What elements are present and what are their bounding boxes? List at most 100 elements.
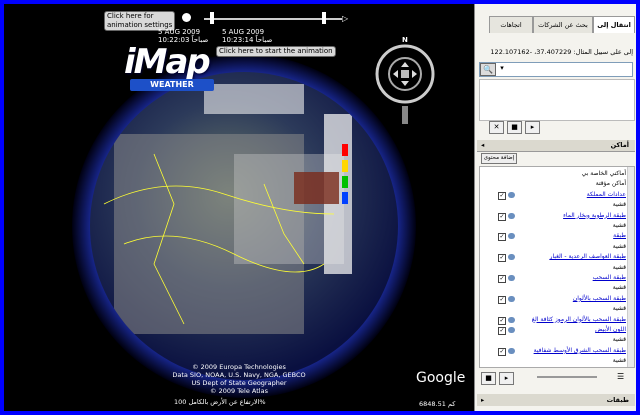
tree-row[interactable]: قشية xyxy=(480,200,628,210)
tree-row-label: قشية xyxy=(612,222,626,229)
tour-controls: ■ ▸ ☰ xyxy=(477,370,635,385)
tree-row-label[interactable]: طبقة العواصف الرعدية - الغبار xyxy=(550,252,626,262)
chevron-down-icon[interactable]: ▾ xyxy=(497,63,507,74)
layer-checkbox[interactable]: ✓ xyxy=(498,295,506,304)
tree-row-label: قشية xyxy=(612,242,626,250)
weather-logo: WEATHER xyxy=(130,79,214,91)
search-results[interactable] xyxy=(479,79,635,121)
tree-row[interactable]: ✓ طبقة السحب بالألوان الرموز كثافة الغ xyxy=(480,315,628,325)
legend-top xyxy=(204,84,304,114)
credit-line-4: © 2009 Tele Atlas xyxy=(210,387,268,395)
tab-fly-to[interactable]: انتقال إلى xyxy=(593,16,635,33)
tree-row[interactable]: أماكني الخاصة بي xyxy=(480,169,628,179)
play-tour-bottom-button[interactable]: ▸ xyxy=(499,372,514,385)
search-hint: إلى على سبيل المثال: 37.407229، -122.107… xyxy=(490,48,633,56)
tree-row-label: قشية xyxy=(612,336,626,344)
stop-button[interactable]: ■ xyxy=(507,121,522,134)
tree-row-label[interactable]: عدادات المملكة xyxy=(587,190,626,200)
storm-area xyxy=(294,172,339,204)
tree-row[interactable]: ✓ طبقة الرطوبة وبخار الماء xyxy=(480,211,628,221)
tree-row-label[interactable]: طبقة الرطوبة وبخار الماء xyxy=(563,211,626,221)
stop-tour-button[interactable]: ■ xyxy=(481,372,496,385)
play-icon[interactable]: ▷ xyxy=(342,14,348,23)
places-header[interactable]: ◂ أماكن xyxy=(477,140,635,152)
navigation-controls[interactable] xyxy=(370,36,440,126)
layer-icon xyxy=(508,212,515,219)
move-up-icon xyxy=(401,62,409,67)
layer-checkbox[interactable]: ✓ xyxy=(498,212,506,221)
layer-icon xyxy=(508,191,515,198)
imap-logo: iMap xyxy=(124,42,211,82)
timeline-start-date: 5 AUG 2009 xyxy=(158,28,201,36)
move-center-icon xyxy=(401,70,409,78)
tree-row-label: قشية xyxy=(612,201,626,209)
tree-row[interactable]: قشية xyxy=(480,356,628,366)
tree-row[interactable]: أماكن مؤقتة xyxy=(480,179,628,189)
close-search-button[interactable]: ✕ xyxy=(489,121,504,134)
tree-row-label: أماكن مؤقتة xyxy=(595,180,626,188)
tree-row-label[interactable]: طبقة السحب xyxy=(593,273,626,283)
layer-checkbox[interactable]: ✓ xyxy=(498,191,506,200)
tree-row-label[interactable]: طبقة السحب الشرق الأوسط شفافية xyxy=(534,346,626,356)
start-animation-callout[interactable]: Click here to start the animation xyxy=(216,46,336,57)
layer-checkbox[interactable]: ✓ xyxy=(498,233,506,242)
timeline-end-handle[interactable] xyxy=(322,12,326,24)
add-content-button[interactable]: إضافة محتوى xyxy=(481,153,517,164)
zoom-slider[interactable] xyxy=(402,106,408,124)
tree-row[interactable]: ✓ طبقة العواصف الرعدية - الغبار xyxy=(480,252,628,263)
tree-row[interactable]: قشية xyxy=(480,304,628,314)
layer-icon xyxy=(508,254,515,261)
layer-checkbox[interactable]: ✓ xyxy=(498,327,506,335)
tree-row-label[interactable]: اللون الأبيض xyxy=(595,325,626,335)
layers-header[interactable]: ▸ طبقات xyxy=(477,394,635,406)
expand-icon[interactable]: ▸ xyxy=(481,394,484,406)
layer-icon xyxy=(508,275,515,281)
transparency-slider[interactable] xyxy=(537,376,597,378)
move-down-icon xyxy=(401,81,409,86)
timeline-end-date: 5 AUG 2009 xyxy=(222,28,265,36)
layer-checkbox[interactable]: ✓ xyxy=(498,347,506,356)
tree-row-label: أماكني الخاصة بي xyxy=(581,170,626,177)
tree-row-label: قشية xyxy=(612,284,626,292)
tree-row[interactable]: ✓ طبقة السحب بالألوان xyxy=(480,294,628,304)
tree-row[interactable]: ✓ طبقة xyxy=(480,231,628,242)
play-tour-button[interactable]: ▸ xyxy=(525,121,540,134)
tab-directions[interactable]: اتجاهات xyxy=(489,16,533,33)
north-icon[interactable]: N xyxy=(402,36,408,44)
sort-icon[interactable]: ☰ xyxy=(617,372,624,381)
tree-row[interactable]: قشية xyxy=(480,335,628,345)
scrollbar[interactable] xyxy=(627,167,634,367)
tab-find-businesses[interactable]: بحث عن الشركات xyxy=(533,16,593,33)
tree-row[interactable]: ✓ عدادات المملكة xyxy=(480,190,628,200)
tree-row[interactable]: قشية xyxy=(480,242,628,252)
collapse-icon[interactable]: ◂ xyxy=(481,140,484,151)
google-logo: Google xyxy=(416,370,466,386)
status-text: الارتفاع عن الأرض بالكامل xyxy=(188,398,260,406)
search-button[interactable]: 🔍 xyxy=(480,63,496,76)
layer-checkbox[interactable]: ✓ xyxy=(498,254,506,263)
tree-row-label: قشية xyxy=(612,263,626,271)
layer-checkbox[interactable]: ✓ xyxy=(498,275,506,283)
tree-row-label[interactable]: طبقة السحب بالألوان الرموز كثافة الغ xyxy=(532,315,626,325)
tree-row[interactable]: قشية xyxy=(480,283,628,293)
tree-row-label[interactable]: طبقة xyxy=(613,231,626,241)
tree-row[interactable]: ✓ طبقة السحب xyxy=(480,273,628,283)
move-right-icon xyxy=(412,70,417,78)
places-tree[interactable]: أماكني الخاصة بي أماكن مؤقتة ✓ عدادات الممل… xyxy=(479,166,635,368)
layer-checkbox[interactable]: ✓ xyxy=(498,316,506,325)
sidebar-panel: انتقال إلى بحث عن الشركات اتجاهات إلى عل… xyxy=(474,4,636,411)
search-icon: 🔍 xyxy=(483,65,493,74)
tree-row-label[interactable]: طبقة السحب بالألوان xyxy=(573,294,626,304)
clock-icon[interactable] xyxy=(182,13,191,22)
map-view[interactable]: Click here for animation settings ▷ 5 AU… xyxy=(4,4,474,411)
tree-row[interactable]: قشية xyxy=(480,221,628,231)
tree-row-label: قشية xyxy=(612,305,626,313)
tree-row[interactable]: ✓ اللون الأبيض xyxy=(480,325,628,335)
timeline-start-handle[interactable] xyxy=(210,12,214,24)
layers-title: طبقات xyxy=(606,396,629,404)
tree-row[interactable]: ✓ طبقة السحب الشرق الأوسط شفافية xyxy=(480,346,628,356)
app-frame: Click here for animation settings ▷ 5 AU… xyxy=(4,4,636,411)
altitude-readout: 6848.51 كم xyxy=(419,400,456,408)
places-title: أماكن xyxy=(610,141,629,149)
tree-row[interactable]: قشية xyxy=(480,263,628,273)
